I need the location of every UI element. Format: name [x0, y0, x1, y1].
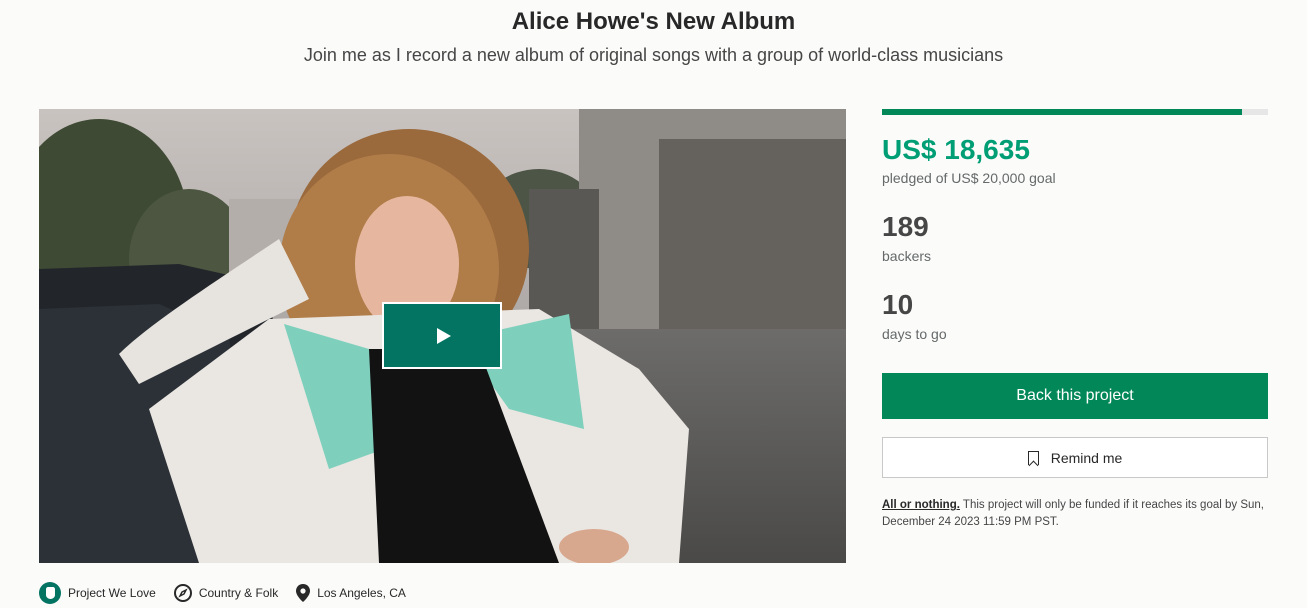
pledged-goal-label: pledged of US$ 20,000 goal	[882, 170, 1056, 186]
project-tags: Project We Love Country & Folk Los Angel…	[39, 581, 406, 605]
bookmark-icon	[1027, 450, 1039, 465]
tag-location-label: Los Angeles, CA	[317, 586, 406, 600]
project-page: Alice Howe's New Album Join me as I reco…	[0, 0, 1307, 608]
play-icon	[437, 327, 451, 344]
funding-progress-bar	[882, 109, 1268, 115]
project-video[interactable]	[39, 109, 846, 563]
play-video-button[interactable]	[382, 302, 502, 369]
tag-project-we-love[interactable]: Project We Love	[39, 582, 156, 604]
project-we-love-icon	[39, 582, 61, 604]
tag-category-label: Country & Folk	[198, 586, 279, 600]
backers-label: backers	[882, 248, 932, 264]
funding-note: All or nothing. This project will only b…	[882, 497, 1268, 531]
days-to-go-count: 10	[882, 289, 914, 320]
tag-location[interactable]: Los Angeles, CA	[296, 584, 406, 602]
backers-count: 189	[882, 211, 929, 242]
remind-me-button[interactable]: Remind me	[882, 437, 1268, 478]
tag-category[interactable]: Country & Folk	[173, 584, 279, 602]
all-or-nothing-link[interactable]: All or nothing.	[882, 499, 960, 511]
map-pin-icon	[296, 584, 311, 602]
funding-progress-fill	[882, 109, 1242, 115]
project-subtitle: Join me as I record a new album of origi…	[303, 45, 1004, 65]
back-this-project-button[interactable]: Back this project	[882, 373, 1268, 419]
remind-me-label: Remind me	[1050, 449, 1123, 466]
days-to-go-label: days to go	[882, 326, 947, 342]
compass-icon	[173, 584, 192, 602]
tag-project-we-love-label: Project We Love	[68, 586, 156, 600]
pledged-amount: US$ 18,635	[882, 134, 1030, 165]
project-title: Alice Howe's New Album	[511, 8, 796, 35]
